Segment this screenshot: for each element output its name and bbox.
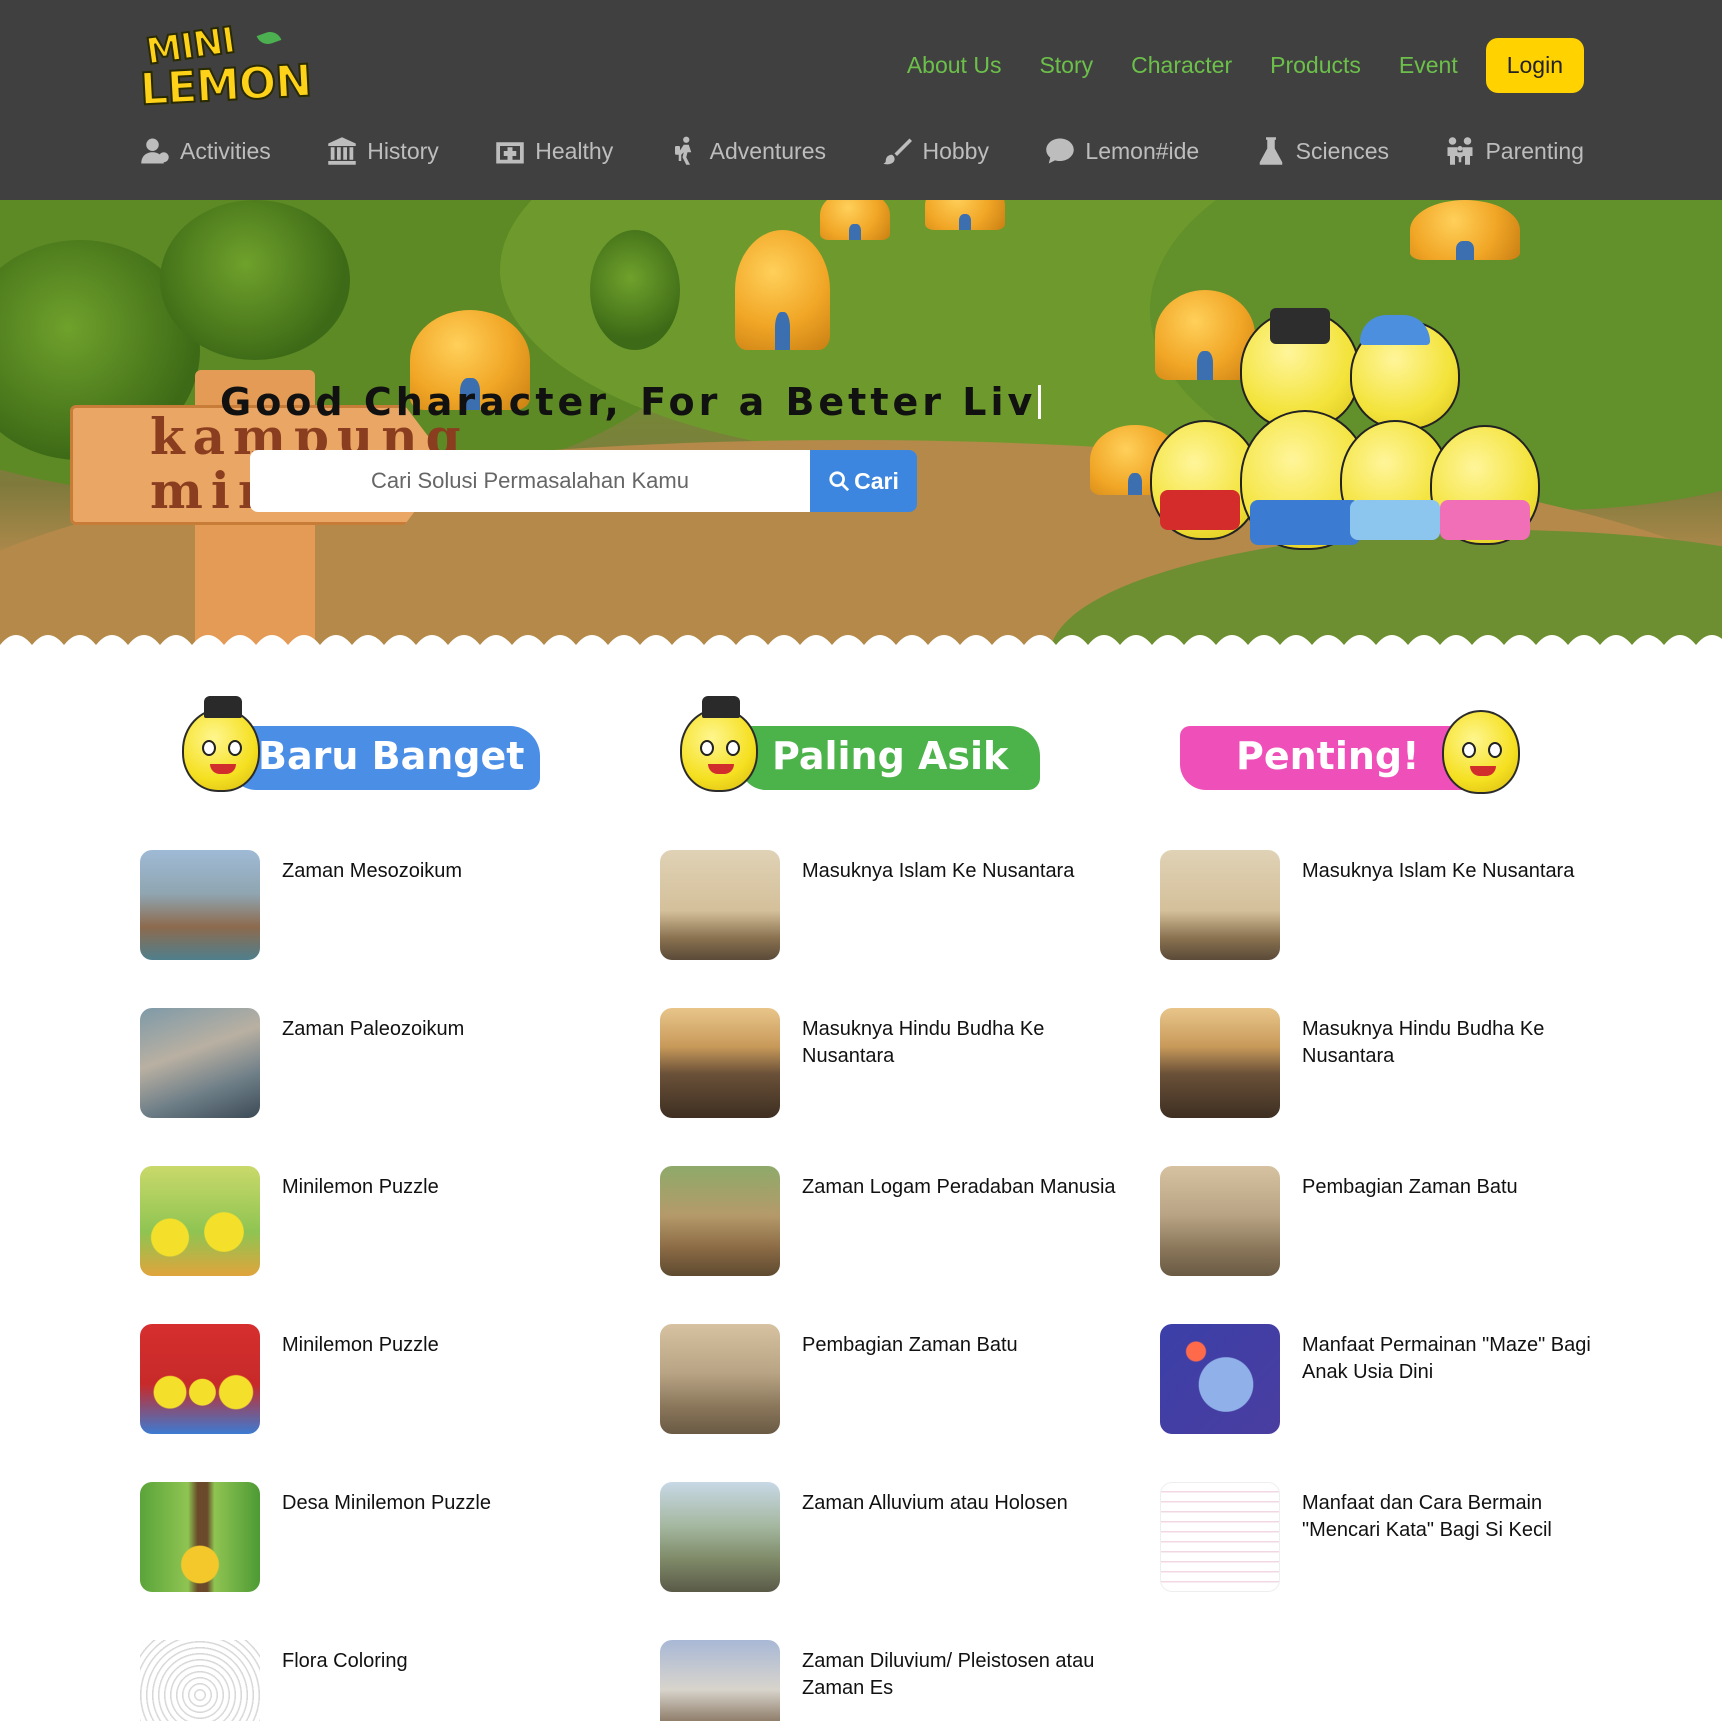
article-thumbnail [660, 1166, 780, 1276]
site-header: MINI LEMON About Us Story Character Prod… [0, 0, 1722, 200]
list-item[interactable]: Manfaat Permainan "Maze" Bagi Anak Usia … [1160, 1324, 1630, 1444]
list-item[interactable]: Masuknya Hindu Budha Ke Nusantara [660, 1008, 1130, 1128]
mascot-icon [1442, 710, 1520, 794]
list-item[interactable]: Manfaat dan Cara Bermain "Mencari Kata" … [1160, 1482, 1630, 1602]
mascot-icon [680, 696, 758, 792]
user-icon [141, 138, 169, 164]
mascot-icon [182, 696, 260, 792]
search-bar: Cari [250, 450, 917, 512]
category-label: Sciences [1295, 137, 1389, 164]
hero-title: Good Character, For a Better Liv [220, 380, 1042, 424]
category-label: Adventures [709, 137, 827, 164]
category-sciences[interactable]: Sciences [1256, 136, 1389, 166]
list-item[interactable]: Zaman Logam Peradaban Manusia [660, 1166, 1130, 1286]
category-hobby[interactable]: Hobby [882, 136, 989, 166]
article-thumbnail [660, 850, 780, 960]
category-label: Healthy [535, 137, 614, 164]
category-navigation: Activities History Healthy Adventures Ho… [140, 136, 1584, 166]
scalloped-divider [0, 635, 1722, 660]
article-thumbnail [1160, 850, 1280, 960]
lemon-house [925, 200, 1005, 230]
category-label: Hobby [922, 137, 989, 164]
brush-icon [883, 138, 913, 165]
category-healthy[interactable]: Healthy [495, 136, 613, 166]
article-thumbnail [660, 1324, 780, 1434]
category-label: History [367, 137, 439, 164]
section-banner: Paling Asik [660, 696, 1040, 810]
search-input[interactable] [250, 450, 810, 512]
list-item[interactable]: Minilemon Puzzle [140, 1166, 610, 1286]
nav-about-us[interactable]: About Us [907, 52, 1002, 79]
medkit-icon [496, 142, 524, 164]
nav-event[interactable]: Event [1399, 52, 1458, 79]
section-paling-asik: Paling Asik Masuknya Islam Ke Nusantara … [660, 696, 1130, 1721]
article-thumbnail [140, 1324, 260, 1434]
brush-stroke: Paling Asik [740, 726, 1040, 790]
minilemon-logo[interactable]: MINI LEMON [138, 19, 314, 116]
tree [590, 230, 680, 350]
list-item[interactable]: Zaman Alluvium atau Holosen [660, 1482, 1130, 1602]
list-item[interactable]: Masuknya Islam Ke Nusantara [1160, 850, 1630, 970]
section-banner: Penting! [1160, 700, 1540, 810]
section-title: Penting! [1236, 734, 1420, 778]
category-label: Parenting [1485, 137, 1584, 164]
article-thumbnail [140, 1482, 260, 1592]
search-icon [829, 471, 850, 492]
category-history[interactable]: History [327, 136, 439, 166]
article-thumbnail [1160, 1166, 1280, 1276]
article-thumbnail [660, 1482, 780, 1592]
category-adventures[interactable]: Adventures [670, 136, 826, 166]
article-thumbnail [140, 1640, 260, 1721]
nav-story[interactable]: Story [1039, 52, 1093, 79]
lemon-house [820, 200, 890, 240]
nav-products[interactable]: Products [1270, 52, 1361, 79]
search-button[interactable]: Cari [810, 450, 917, 512]
lemon-house [1410, 200, 1520, 260]
article-thumbnail [140, 1008, 260, 1118]
list-item[interactable]: Desa Minilemon Puzzle [140, 1482, 610, 1602]
chat-icon [1046, 138, 1075, 164]
article-thumbnail [1160, 1008, 1280, 1118]
nav-character[interactable]: Character [1131, 52, 1232, 79]
login-button[interactable]: Login [1485, 38, 1584, 93]
category-lemonide[interactable]: Lemon#ide [1045, 136, 1199, 166]
article-thumbnail [660, 1640, 780, 1721]
list-item[interactable]: Masuknya Hindu Budha Ke Nusantara [1160, 1008, 1630, 1128]
section-title: Baru Banget [258, 734, 525, 778]
hero-banner: kampung mini Good Character, For a Bette… [0, 200, 1722, 660]
list-item[interactable]: Zaman Paleozoikum [140, 1008, 610, 1128]
flask-icon [1259, 137, 1282, 165]
category-parenting[interactable]: Parenting [1445, 136, 1584, 166]
brush-stroke: Baru Banget [230, 726, 540, 790]
list-item[interactable]: Masuknya Islam Ke Nusantara [660, 850, 1130, 970]
article-thumbnail [140, 850, 260, 960]
family-icon [1447, 137, 1473, 165]
section-title: Paling Asik [772, 734, 1009, 778]
article-thumbnail [140, 1166, 260, 1276]
list-item[interactable]: Minilemon Puzzle [140, 1324, 610, 1444]
hiker-icon [674, 136, 691, 165]
category-label: Activities [180, 137, 271, 164]
list-item[interactable]: Flora Coloring [140, 1640, 610, 1721]
category-activities[interactable]: Activities [140, 136, 271, 166]
section-baru-banget: Baru Banget Zaman Mesozoikum Zaman Paleo… [140, 696, 630, 1721]
lemon-house [735, 230, 830, 350]
tree [160, 200, 350, 360]
section-penting: Penting! Masuknya Islam Ke Nusantara Mas… [1160, 700, 1630, 1592]
list-item[interactable]: Zaman Diluvium/ Pleistosen atau Zaman Es [660, 1640, 1130, 1721]
list-item[interactable]: Pembagian Zaman Batu [1160, 1166, 1630, 1286]
category-label: Lemon#ide [1085, 137, 1200, 164]
article-thumbnail [660, 1008, 780, 1118]
museum-icon [328, 137, 356, 165]
article-thumbnail [1160, 1482, 1280, 1592]
list-item[interactable]: Pembagian Zaman Batu [660, 1324, 1130, 1444]
article-thumbnail [1160, 1324, 1280, 1434]
top-navigation: About Us Story Character Products Event … [869, 38, 1584, 93]
section-banner: Baru Banget [160, 696, 540, 810]
list-item[interactable]: Zaman Mesozoikum [140, 850, 610, 970]
